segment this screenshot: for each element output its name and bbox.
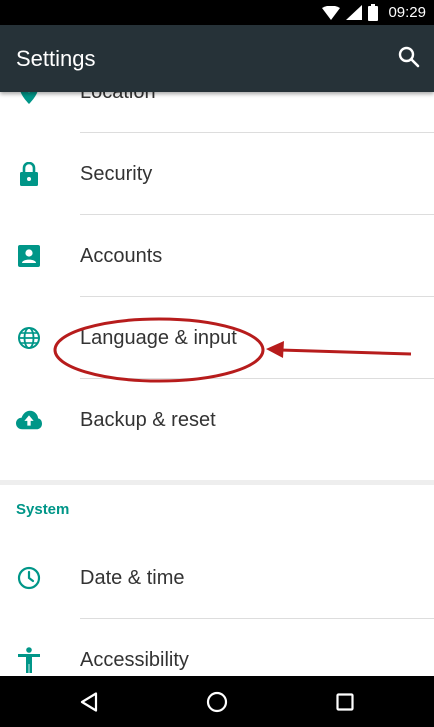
settings-item-date-time[interactable]: Date & time — [0, 537, 434, 619]
settings-item-label: Date & time — [80, 567, 185, 589]
system-section: System Date & time Accessibility — [0, 485, 434, 676]
location-pin-icon — [16, 92, 42, 105]
back-button[interactable] — [73, 686, 105, 718]
settings-item-label: Accessibility — [80, 649, 189, 671]
section-header-system: System — [16, 501, 70, 518]
settings-item-location[interactable]: Location — [0, 92, 434, 133]
cloud-upload-icon — [16, 407, 42, 433]
signal-icon — [346, 5, 363, 20]
status-icons: 09:29 — [322, 0, 426, 25]
back-icon — [80, 692, 98, 712]
navigation-bar — [0, 676, 434, 727]
status-time: 09:29 — [388, 4, 426, 21]
accessibility-icon — [16, 647, 42, 673]
settings-item-label: Security — [80, 163, 153, 185]
globe-icon — [16, 325, 42, 351]
clock-icon — [16, 565, 42, 591]
battery-icon — [368, 4, 379, 21]
settings-item-accessibility[interactable]: Accessibility — [0, 619, 434, 676]
status-bar: 09:29 — [0, 0, 434, 25]
settings-item-accounts[interactable]: Accounts — [0, 215, 434, 297]
wifi-icon — [322, 5, 341, 20]
settings-item-label: Backup & reset — [80, 409, 216, 431]
search-icon — [398, 46, 420, 68]
page-title: Settings — [16, 46, 96, 71]
settings-item-security[interactable]: Security — [0, 133, 434, 215]
settings-item-label: Location — [80, 92, 156, 103]
lock-icon — [16, 161, 42, 187]
settings-item-label: Accounts — [80, 245, 163, 267]
settings-item-backup-reset[interactable]: Backup & reset — [0, 379, 434, 461]
settings-item-label: Language & input — [80, 327, 237, 349]
account-box-icon — [16, 243, 42, 269]
recents-icon — [336, 693, 354, 711]
home-button[interactable] — [201, 686, 233, 718]
search-button[interactable] — [394, 42, 424, 72]
app-bar: Settings — [0, 25, 434, 92]
settings-item-language-input[interactable]: Language & input — [0, 297, 434, 379]
personal-section: Location Security Accounts Language & in… — [0, 92, 434, 480]
settings-list[interactable]: Location Security Accounts Language & in… — [0, 92, 434, 676]
recents-button[interactable] — [329, 686, 361, 718]
home-icon — [206, 691, 228, 713]
